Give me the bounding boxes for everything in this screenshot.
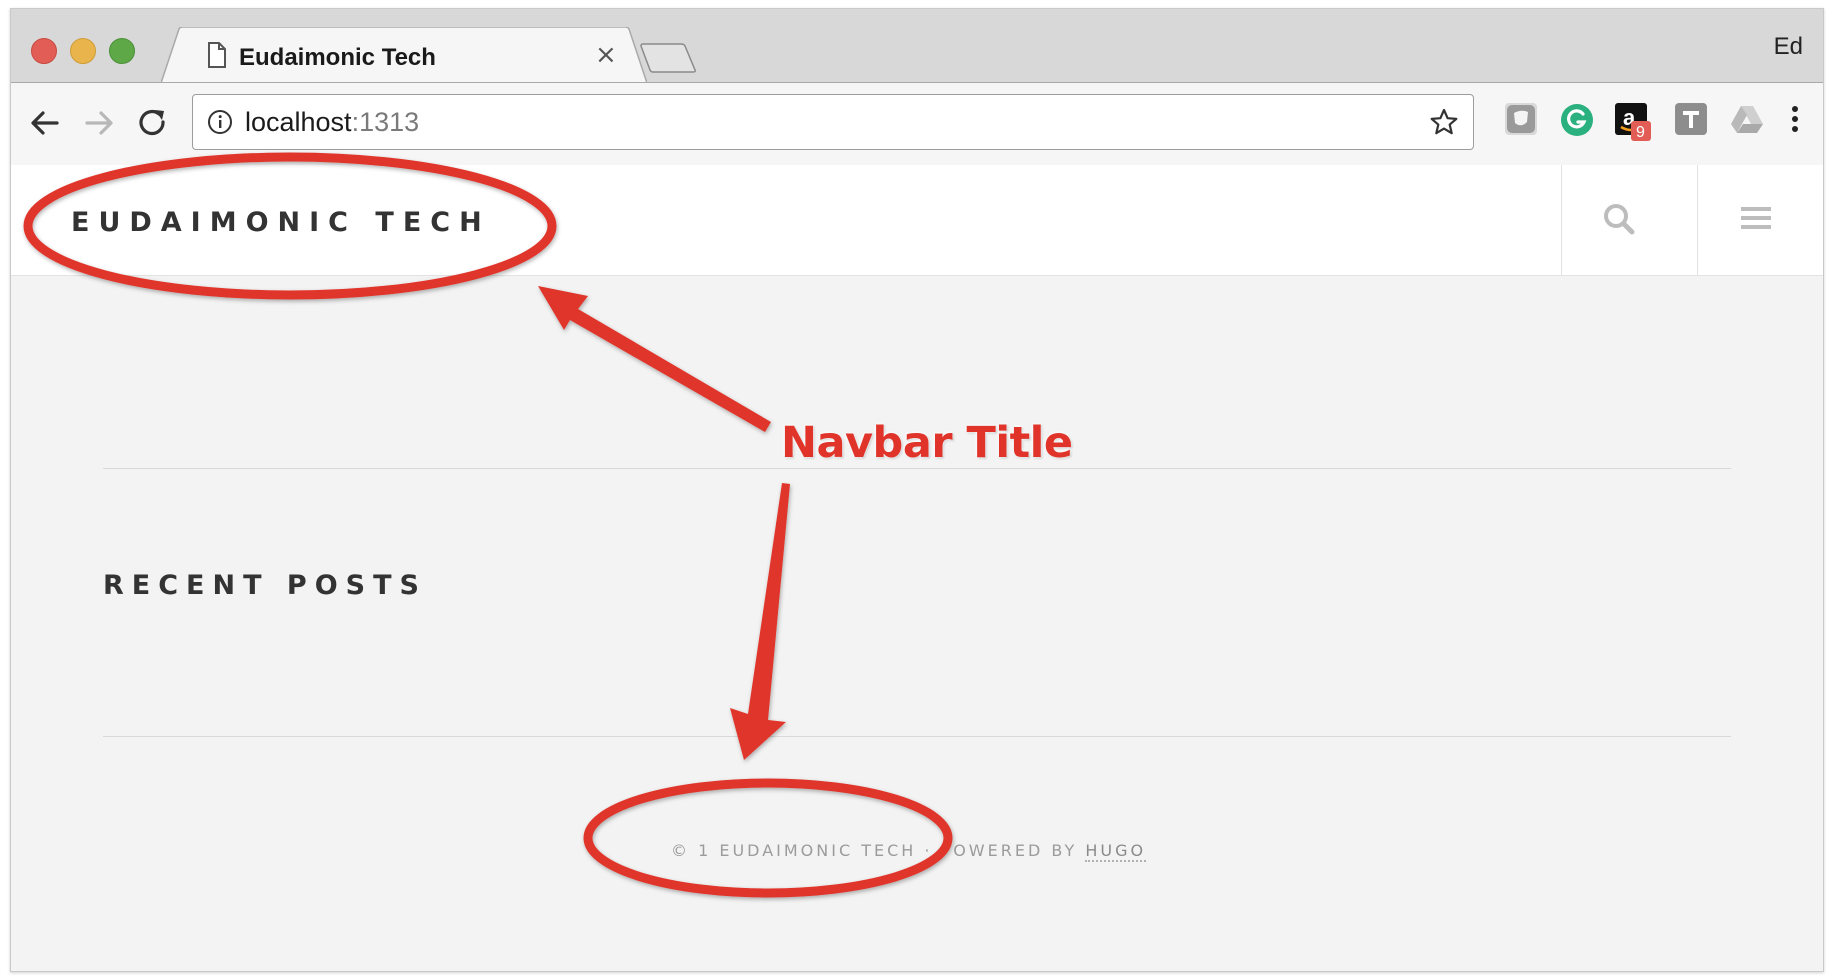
- close-tab-button[interactable]: ×: [595, 41, 617, 69]
- hamburger-icon[interactable]: [1741, 205, 1771, 236]
- url-host: localhost: [245, 107, 352, 137]
- tab-strip: Eudaimonic Tech × Ed: [11, 9, 1823, 83]
- url-port: :1313: [351, 107, 420, 137]
- info-icon[interactable]: [207, 109, 233, 140]
- star-icon[interactable]: [1429, 107, 1459, 142]
- minimize-window-button[interactable]: [70, 38, 96, 64]
- grammarly-icon[interactable]: [1560, 103, 1593, 136]
- profile-name[interactable]: Ed: [1774, 33, 1803, 61]
- amazon-icon[interactable]: a 9: [1615, 103, 1651, 141]
- recent-posts-heading: RECENT POSTS: [103, 570, 427, 601]
- url-text: localhost:1313: [245, 107, 419, 138]
- address-bar[interactable]: localhost:1313: [192, 94, 1474, 150]
- maximize-window-button[interactable]: [109, 38, 135, 64]
- kebab-menu-icon[interactable]: [1785, 103, 1817, 135]
- close-window-button[interactable]: [31, 38, 57, 64]
- reload-icon[interactable]: [135, 105, 171, 141]
- navbar-divider: [1697, 165, 1698, 275]
- search-icon[interactable]: [1603, 203, 1635, 240]
- page-content: EUDAIMONIC TECH RECENT POSTS © 1 EUDAIMO…: [11, 165, 1823, 971]
- browser-window: Eudaimonic Tech × Ed localhost:1313 a 9 …: [10, 8, 1824, 972]
- navbar-title[interactable]: EUDAIMONIC TECH: [71, 207, 491, 238]
- new-tab-button[interactable]: [639, 43, 699, 78]
- page-icon: [207, 42, 227, 73]
- browser-toolbar: localhost:1313 a 9: [11, 82, 1823, 166]
- footer-copyright: © 1 EUDAIMONIC TECH · POWERED BY: [671, 841, 1086, 860]
- site-navbar: EUDAIMONIC TECH: [11, 165, 1823, 276]
- divider-bottom: [103, 736, 1731, 737]
- navbar-divider: [1561, 165, 1562, 275]
- tab-active[interactable]: Eudaimonic Tech ×: [161, 27, 647, 83]
- hugo-link[interactable]: HUGO: [1085, 841, 1147, 862]
- t-extension-icon[interactable]: [1675, 103, 1707, 135]
- page-footer: © 1 EUDAIMONIC TECH · POWERED BY HUGO: [671, 841, 1147, 862]
- drive-icon[interactable]: [1729, 103, 1763, 135]
- divider-top: [103, 468, 1731, 469]
- back-arrow-icon[interactable]: [27, 105, 63, 141]
- forward-arrow-icon[interactable]: [81, 105, 117, 141]
- extension-badge-count: 9: [1636, 124, 1645, 141]
- grey-extension-icon[interactable]: [1505, 103, 1537, 135]
- tab-title: Eudaimonic Tech: [239, 44, 436, 71]
- annotation-label: Navbar Title: [781, 418, 1073, 468]
